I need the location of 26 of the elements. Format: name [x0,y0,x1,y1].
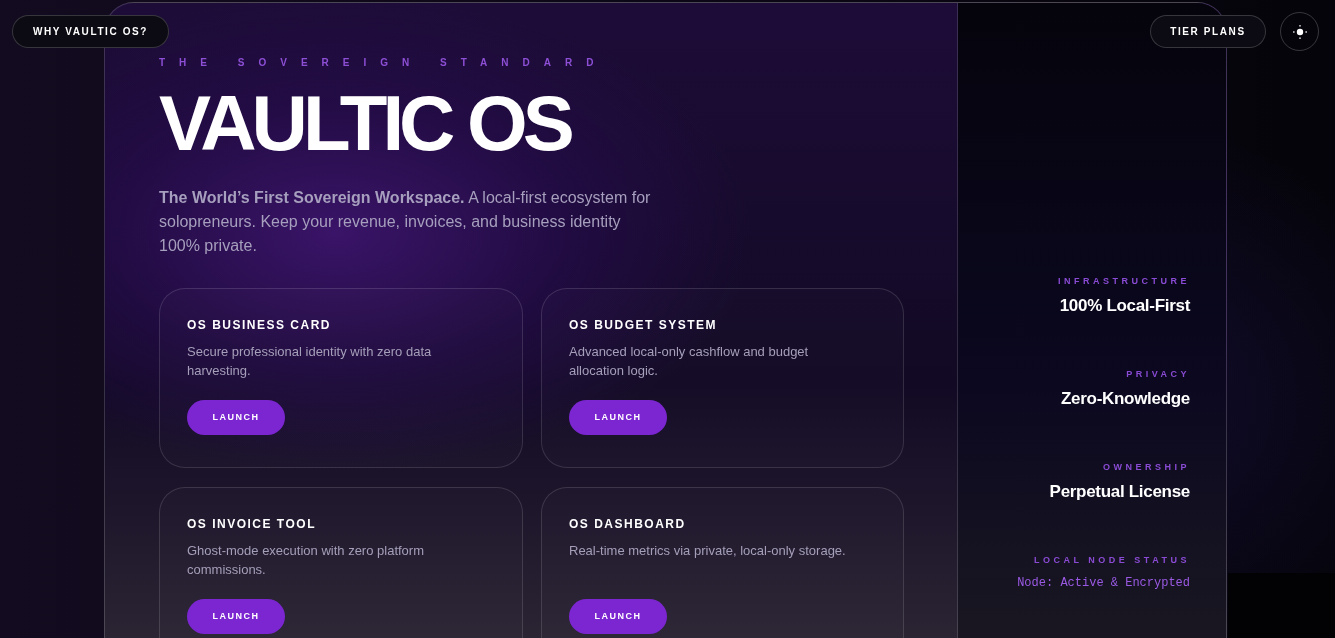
launch-button[interactable]: LAUNCH [569,599,667,634]
why-button[interactable]: WHY VAULTIC OS? [12,15,169,48]
launch-button[interactable]: LAUNCH [187,599,285,634]
eyebrow-text: THE SOVEREIGN STANDARD [159,56,609,70]
card-title: OS INVOICE TOOL [187,516,317,533]
card-description: Secure professional identity with zero data harvesting. [187,343,433,380]
status-label: LOCAL NODE STATUS [1033,554,1190,567]
card-description: Advanced local-only cashflow and budget allocation logic. [569,343,810,380]
card-title: OS BUDGET SYSTEM [569,317,718,334]
hero-title: VAULTIC OS [159,84,572,162]
launch-button[interactable]: LAUNCH [187,400,285,435]
feature-value: 100% Local-First [1058,294,1190,317]
intro-text: The World’s First Sovereign Workspace. A local-first ecosystem for solopreneurs. Keep your revenue, invoices, and business identity 100% private. [159,188,652,256]
feature-label: PRIVACY [1125,368,1190,381]
feature-label: INFRASTRUCTURE [1057,275,1190,288]
card-description: Ghost-mode execution with zero platform commissions. [187,542,425,579]
feature-value: Zero-Knowledge [1060,387,1190,410]
card-title: OS BUSINESS CARD [187,317,333,334]
feature-value: Perpetual License [1048,480,1190,503]
feature-label: OWNERSHIP [1102,461,1190,474]
status-value: Node: Active & Encrypted [1016,574,1190,592]
launch-button[interactable]: LAUNCH [569,400,667,435]
card-title: OS DASHBOARD [569,516,687,533]
sun-icon [1292,24,1307,39]
card-description: Real-time metrics via private, local-only storage. [569,542,847,560]
tier-plans-button[interactable]: TIER PLANS [1150,15,1266,48]
